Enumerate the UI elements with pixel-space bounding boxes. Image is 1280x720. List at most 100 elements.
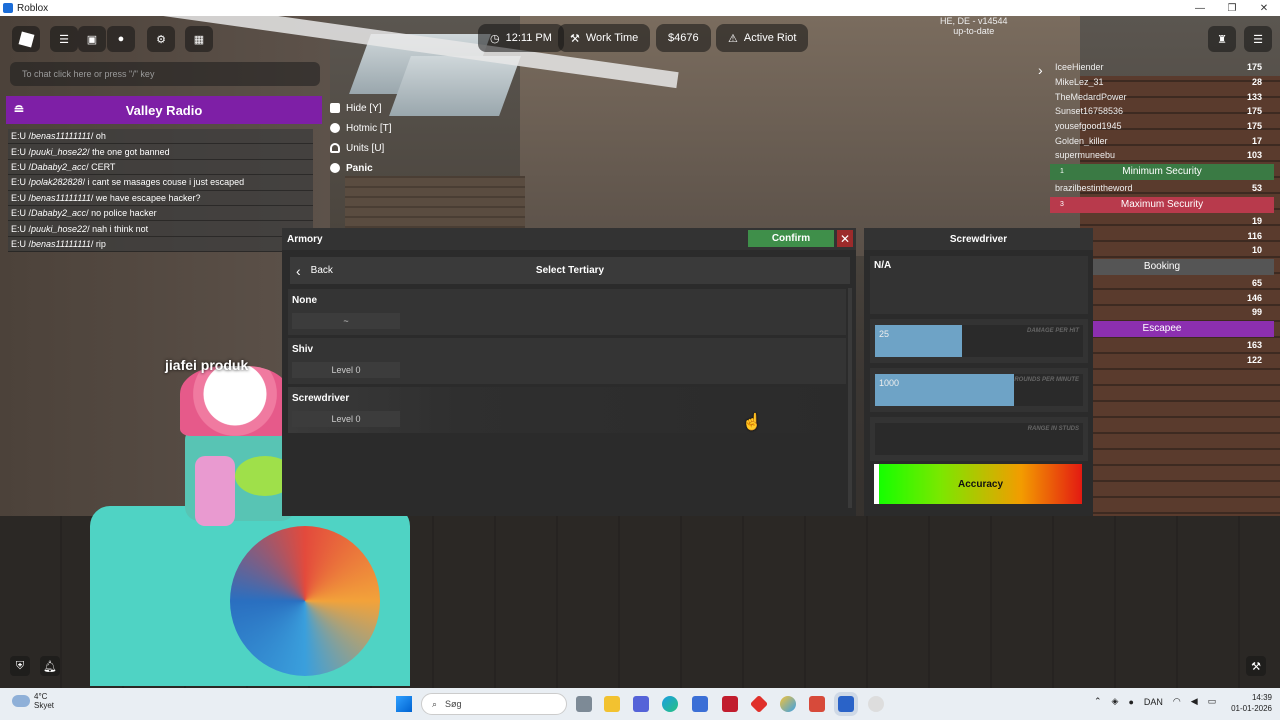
battery-icon[interactable]: ▭ <box>1208 696 1217 707</box>
chat-message: E:U / benas11111111 / oh <box>8 129 313 145</box>
chat-message: E:U / Dababy2_acc / no police hacker <box>8 205 313 222</box>
microphone-icon: ● <box>117 33 125 45</box>
team-minimum-security[interactable]: 1 Minimum Security <box>1050 163 1274 180</box>
leaderboard-toggle-button[interactable]: ☰ <box>1244 26 1272 52</box>
hamburger-menu-button[interactable]: ☰ <box>50 26 78 52</box>
armory-item-none[interactable]: None ~ <box>288 289 846 335</box>
radio-side-menu: Hide [Y] Hotmic [T] Units [U] Panic <box>330 98 392 178</box>
volume-icon[interactable]: ◀ <box>1191 696 1198 707</box>
edge-icon[interactable] <box>662 696 678 712</box>
gear-icon: ⚙ <box>156 33 166 46</box>
chat-message: E:U / puuki_hose22 / the one got banned <box>8 144 313 160</box>
bell-icon[interactable]: 🔔︎ <box>40 656 60 676</box>
chat-input[interactable]: To chat click here or press "/" key <box>10 62 320 86</box>
close-window-button[interactable]: ✕ <box>1248 3 1280 14</box>
taskbar-clock[interactable]: 14:39 01-01-2026 <box>1220 692 1272 714</box>
chevron-left-icon: ‹ <box>296 262 301 279</box>
leaderboard-row[interactable]: MikeLez_31 28 <box>1050 75 1274 90</box>
tools-icon[interactable]: ⚒ <box>1246 656 1266 676</box>
stat-damage: 25 DAMAGE PER HIT <box>870 319 1088 363</box>
emote-button[interactable]: ♜ <box>1208 26 1236 52</box>
task-view-icon[interactable] <box>576 696 592 712</box>
window-titlebar: Roblox — ❐ ✕ <box>0 0 1280 16</box>
grid-icon: ▦ <box>193 33 205 46</box>
weather-widget[interactable]: 4°C Skyet <box>12 692 54 710</box>
weapon-description: N/A <box>870 256 1088 314</box>
clock-pill: ◷ 12:11 PM <box>478 24 564 52</box>
armory-item-shiv[interactable]: Shiv Level 0 <box>288 338 846 384</box>
close-icon[interactable]: ✕ <box>837 230 853 247</box>
server-version: HE, DE - v14544 up-to-date <box>940 16 1008 36</box>
warning-icon: ⚠ <box>728 32 738 45</box>
app-icon[interactable] <box>749 694 769 714</box>
leaderboard-row[interactable]: 19 <box>1050 214 1274 229</box>
taskbar-search[interactable]: ⌕ Søg <box>421 693 567 715</box>
store-icon[interactable] <box>692 696 708 712</box>
cloud-icon <box>12 695 30 707</box>
roblox-taskbar-icon[interactable] <box>838 696 854 712</box>
list-icon: ☰ <box>1253 33 1263 46</box>
weapon-title: Screwdriver <box>864 228 1093 250</box>
leaderboard-row[interactable]: IceeHiender 175 <box>1050 60 1274 75</box>
armory-item-screwdriver[interactable]: Screwdriver Level 0 <box>288 387 846 433</box>
chat-toggle-button[interactable]: ▣ <box>78 26 106 52</box>
windows-taskbar: 4°C Skyet ⌕ Søg ⌃ ◈ ● DAN ◠ ◀ ▭ 14:39 01-… <box>0 688 1280 720</box>
stat-range: RANGE IN STUDS <box>870 417 1088 461</box>
roblox-menu-button[interactable] <box>12 26 40 52</box>
app-icon[interactable] <box>809 696 825 712</box>
chat-message: E:U / Dababy2_acc / CERT <box>8 159 313 176</box>
armory-scrollbar[interactable] <box>848 288 852 508</box>
panic-button[interactable]: Panic <box>330 158 392 178</box>
roblox-logo-icon <box>18 31 34 47</box>
chevron-up-icon[interactable]: ⌃ <box>1094 696 1102 707</box>
leaderboard-row[interactable]: yousefgood1945 175 <box>1050 119 1274 134</box>
settings-button[interactable]: ⚙ <box>147 26 175 52</box>
microphone-button[interactable]: ● <box>107 26 135 52</box>
file-explorer-icon[interactable] <box>604 696 620 712</box>
units-button[interactable]: Units [U] <box>330 138 392 158</box>
window-title: Roblox <box>17 2 49 14</box>
maximize-button[interactable]: ❐ <box>1216 3 1248 14</box>
radio-header[interactable]: ≘ Valley Radio <box>6 96 322 124</box>
menu-icon: ☰ <box>59 33 69 46</box>
money-pill: $4676 <box>656 24 711 52</box>
back-button[interactable]: ‹ Back <box>290 263 410 279</box>
leaderboard-row[interactable]: supermuneebu 103 <box>1050 148 1274 163</box>
chat-icon: ▣ <box>86 33 98 46</box>
security-icon[interactable]: ◈ <box>1112 696 1119 707</box>
leaderboard-row[interactable]: TheMedardPower 133 <box>1050 89 1274 104</box>
eye-icon <box>330 103 340 113</box>
hotmic-button[interactable]: Hotmic [T] <box>330 118 392 138</box>
hide-button[interactable]: Hide [Y] <box>330 98 392 118</box>
alert-icon <box>330 163 340 173</box>
team-maximum-security[interactable]: 3 Maximum Security <box>1050 196 1274 213</box>
stat-rpm: 1000 ROUNDS PER MINUTE <box>870 368 1088 412</box>
start-button[interactable] <box>396 696 412 712</box>
chat-message: E:U / benas11111111 / we have escapee ha… <box>8 190 313 206</box>
mcafee-icon[interactable] <box>722 696 738 712</box>
weapon-details-panel: Screwdriver N/A 25 DAMAGE PER HIT 1000 R… <box>864 228 1093 516</box>
leaderboard-row[interactable]: Sunset16758536 175 <box>1050 104 1274 119</box>
minimize-button[interactable]: — <box>1184 3 1216 14</box>
chat-message: E:U / benas11111111 / rip <box>8 236 313 253</box>
settings-app-icon[interactable] <box>868 696 884 712</box>
clock-icon: ◷ <box>490 32 500 45</box>
teams-icon[interactable] <box>633 696 649 712</box>
microphone-icon[interactable]: ● <box>1128 697 1133 707</box>
system-tray: ⌃ ◈ ● DAN ◠ ◀ ▭ <box>1094 696 1216 707</box>
chrome-icon[interactable] <box>780 696 796 712</box>
hand-cursor-icon: ☝ <box>742 414 762 431</box>
confirm-button[interactable]: Confirm <box>748 230 834 247</box>
wifi-icon[interactable]: ◠ <box>1173 696 1181 707</box>
leaderboard-row[interactable]: Golden_killer 17 <box>1050 133 1274 148</box>
riot-status-pill: ⚠ Active Riot <box>716 24 809 52</box>
leaderboard-row[interactable]: brazilbestintheword 53 <box>1050 181 1274 196</box>
accuracy-meter: Accuracy <box>874 464 1082 504</box>
language-indicator[interactable]: DAN <box>1144 697 1163 707</box>
grid-button[interactable]: ▦ <box>185 26 213 52</box>
armory-nav: ‹ Back Select Tertiary <box>290 257 850 284</box>
shield-icon[interactable]: ⛨ <box>10 656 30 676</box>
chevron-right-icon[interactable]: › <box>1038 62 1043 78</box>
radio-title: Valley Radio <box>125 102 203 118</box>
search-icon: ⌕ <box>432 698 438 709</box>
